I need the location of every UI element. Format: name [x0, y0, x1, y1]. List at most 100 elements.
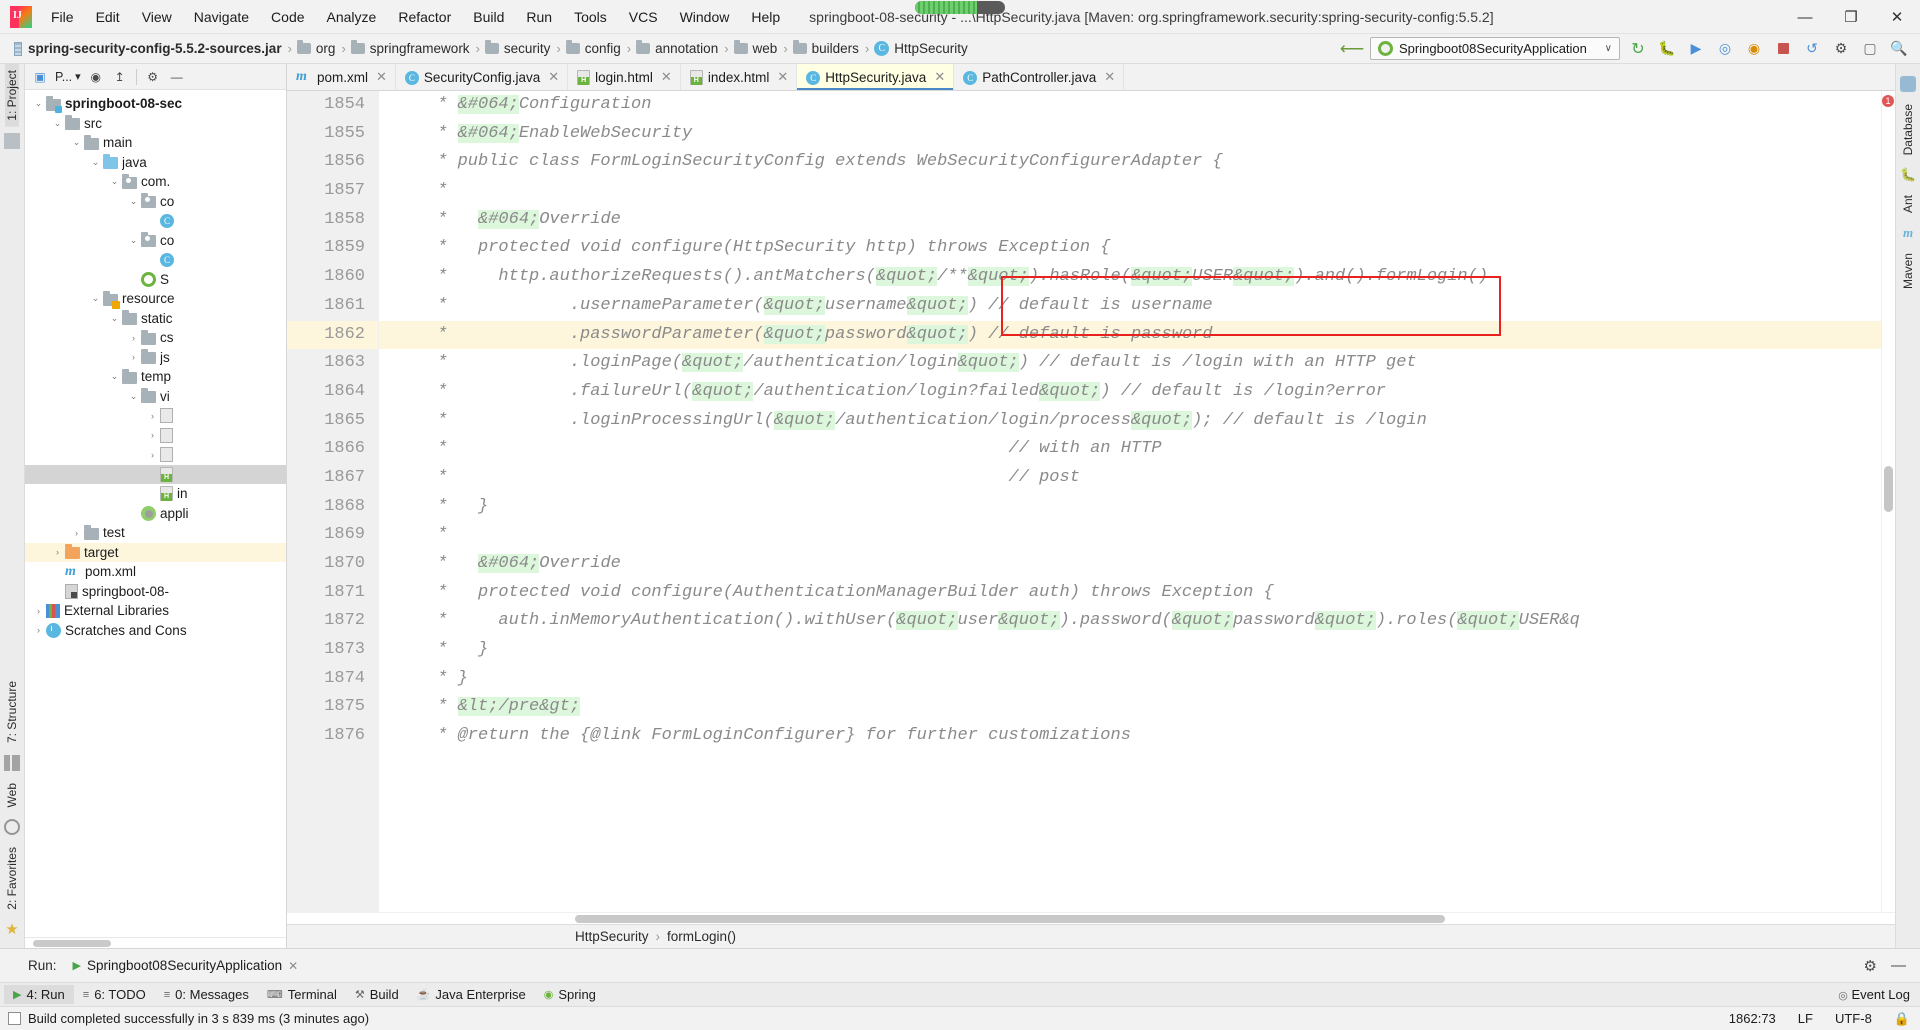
hide-icon[interactable]: —: [166, 66, 188, 88]
code-line[interactable]: * }: [379, 493, 1881, 522]
tree-row[interactable]: [25, 464, 286, 484]
tool-window-4--run[interactable]: ▶ 4: Run: [4, 985, 74, 1004]
tree-row[interactable]: › Scratches and Cons: [25, 621, 286, 641]
expand-arrow-icon[interactable]: ⌄: [88, 293, 103, 304]
menu-build[interactable]: Build: [462, 4, 515, 30]
editor-tab-httpsecurity-java[interactable]: C HttpSecurity.java ✕: [797, 64, 955, 90]
maximize-button[interactable]: ❐: [1828, 0, 1874, 34]
tool-window-build[interactable]: ⚒ Build: [346, 985, 408, 1004]
close-icon[interactable]: ✕: [661, 69, 672, 85]
ant-icon[interactable]: 🐛: [1900, 167, 1916, 183]
code-line[interactable]: * &#064;EnableWebSecurity: [379, 120, 1881, 149]
collapse-arrow-icon[interactable]: ›: [31, 606, 46, 616]
rail-project-tab[interactable]: 1: Project: [5, 64, 19, 127]
tree-row[interactable]: in: [25, 484, 286, 504]
tree-row[interactable]: ⌄ main: [25, 133, 286, 153]
code-line[interactable]: * // post: [379, 464, 1881, 493]
breadcrumb-builders[interactable]: builders: [792, 40, 859, 56]
menu-code[interactable]: Code: [260, 4, 315, 30]
breadcrumb-jar[interactable]: spring-security-config-5.5.2-sources.jar: [28, 41, 282, 56]
breadcrumb-org[interactable]: org: [296, 40, 335, 56]
editor-crumb-method[interactable]: formLogin(): [667, 929, 736, 944]
breadcrumb-security[interactable]: security: [484, 40, 550, 56]
menu-run[interactable]: Run: [515, 4, 563, 30]
tool-window-6--todo[interactable]: ≡ 6: TODO: [74, 985, 155, 1004]
code-line[interactable]: * .usernameParameter(&quot;username&quot…: [379, 292, 1881, 321]
file-encoding[interactable]: UTF-8: [1835, 1011, 1872, 1026]
menu-help[interactable]: Help: [740, 4, 791, 30]
tree-row[interactable]: › External Libraries: [25, 601, 286, 621]
breadcrumb-config[interactable]: config: [565, 40, 621, 56]
rail-database-tab[interactable]: Database: [1901, 98, 1915, 161]
editor-crumb-class[interactable]: HttpSecurity: [575, 929, 649, 944]
search-everywhere-icon[interactable]: 🔍: [1888, 38, 1910, 60]
project-horizontal-scrollbar[interactable]: [25, 937, 286, 948]
rail-maven-tab[interactable]: Maven: [1901, 247, 1915, 295]
tree-row[interactable]: ⌄ springboot-08-sec: [25, 94, 286, 114]
expand-arrow-icon[interactable]: ⌄: [126, 391, 141, 402]
code-line[interactable]: * &#064;Override: [379, 550, 1881, 579]
expand-arrow-icon[interactable]: ⌄: [88, 157, 103, 168]
editor-tab-pathcontroller-java[interactable]: C PathController.java ✕: [954, 64, 1125, 90]
close-button[interactable]: ✕: [1874, 0, 1920, 34]
editor-tabs[interactable]: mpom.xml✕CSecurityConfig.java✕login.html…: [287, 64, 1895, 91]
update-project-icon[interactable]: ↺: [1801, 38, 1823, 60]
profiler-icon[interactable]: ◎: [1714, 38, 1736, 60]
menu-vcs[interactable]: VCS: [618, 4, 669, 30]
debug-icon[interactable]: 🐛: [1656, 38, 1678, 60]
caret-position[interactable]: 1862:73: [1729, 1011, 1776, 1026]
code-line[interactable]: * }: [379, 636, 1881, 665]
breadcrumb-annotation[interactable]: annotation: [636, 40, 718, 56]
project-view-icon[interactable]: ▣: [29, 66, 51, 88]
editor-tab-pom-xml[interactable]: m pom.xml ✕: [287, 64, 396, 90]
build-hammer-icon[interactable]: ⟵: [1340, 38, 1364, 60]
breadcrumb-web[interactable]: web: [733, 40, 777, 56]
breadcrumb-springframework[interactable]: springframework: [350, 40, 470, 56]
rail-favorites-tab[interactable]: 2: Favorites: [5, 841, 19, 916]
tree-row[interactable]: m pom.xml: [25, 562, 286, 582]
code-line[interactable]: * protected void configure(Authenticatio…: [379, 579, 1881, 608]
collapse-arrow-icon[interactable]: ›: [50, 547, 65, 557]
project-view-selector[interactable]: P... ▾: [53, 70, 83, 84]
code-line[interactable]: * @return the {@link FormLoginConfigurer…: [379, 722, 1881, 751]
expand-arrow-icon[interactable]: ⌄: [107, 371, 122, 382]
layout-icon[interactable]: ▢: [1859, 38, 1881, 60]
tree-row[interactable]: ⌄ co: [25, 231, 286, 251]
expand-arrow-icon[interactable]: ⌄: [126, 196, 141, 207]
maven-icon[interactable]: m: [1900, 225, 1916, 241]
stop-icon[interactable]: [1772, 38, 1794, 60]
menu-edit[interactable]: Edit: [85, 4, 131, 30]
event-log-button[interactable]: ◎ Event Log: [1838, 987, 1910, 1002]
tree-row[interactable]: ⌄ com.: [25, 172, 286, 192]
close-icon[interactable]: ✕: [548, 69, 559, 85]
code-line[interactable]: * .passwordParameter(&quot;password&quot…: [379, 320, 1881, 350]
gear-icon[interactable]: ⚙: [1864, 957, 1877, 975]
expand-arrow-icon[interactable]: ⌄: [107, 313, 122, 324]
tree-row[interactable]: ›: [25, 426, 286, 446]
rail-grid-icon[interactable]: [4, 754, 20, 771]
collapse-arrow-icon[interactable]: ›: [31, 625, 46, 635]
tree-row[interactable]: springboot-08-: [25, 582, 286, 602]
expand-arrow-icon[interactable]: ⌄: [126, 235, 141, 246]
memory-indicator[interactable]: [915, 1, 1005, 14]
tree-row[interactable]: S: [25, 270, 286, 290]
tree-row[interactable]: ⌄ temp: [25, 367, 286, 387]
tree-row[interactable]: ›: [25, 406, 286, 426]
tree-row[interactable]: › test: [25, 523, 286, 543]
rail-web-tab[interactable]: Web: [5, 777, 19, 813]
settings-gear-icon[interactable]: ⚙: [142, 66, 164, 88]
tree-row[interactable]: C: [25, 250, 286, 270]
expand-arrow-icon[interactable]: ⌄: [107, 176, 122, 187]
code-line[interactable]: * &#064;Override: [379, 206, 1881, 235]
menu-bar[interactable]: File Edit View Navigate Code Analyze Ref…: [40, 4, 791, 30]
code-line[interactable]: * .loginProcessingUrl(&quot;/authenticat…: [379, 407, 1881, 436]
tree-row[interactable]: ⌄ co: [25, 192, 286, 212]
collapse-arrow-icon[interactable]: ›: [145, 430, 160, 440]
menu-file[interactable]: File: [40, 4, 85, 30]
line-separator[interactable]: LF: [1798, 1011, 1813, 1026]
breadcrumb-httpsecurity[interactable]: C HttpSecurity: [874, 41, 968, 56]
tool-window-0--messages[interactable]: ≡ 0: Messages: [155, 985, 258, 1004]
run-dashboard-icon[interactable]: ◉: [1743, 38, 1765, 60]
close-icon[interactable]: ✕: [376, 69, 387, 85]
collapse-arrow-icon[interactable]: ›: [126, 333, 141, 343]
